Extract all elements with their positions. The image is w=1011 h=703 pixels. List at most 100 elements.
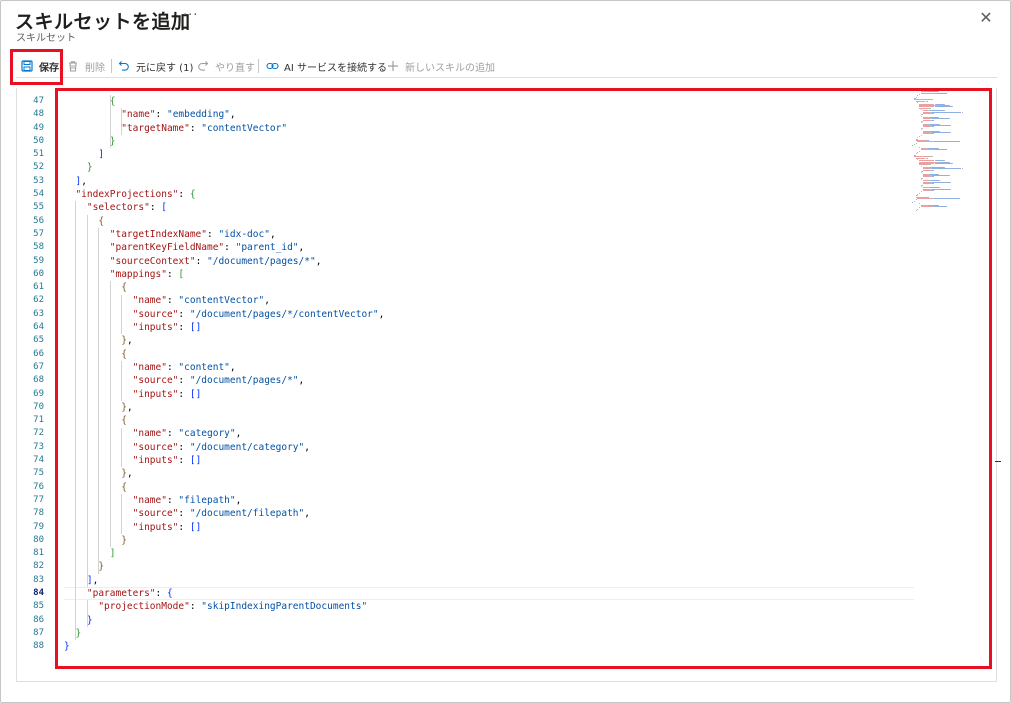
line-number: 51: [33, 149, 44, 160]
code-line: {: [64, 481, 914, 494]
json-punctuation: ,: [126, 468, 133, 480]
minimap-stroke: [922, 114, 923, 116]
delete-button[interactable]: 削除: [66, 54, 105, 78]
redo-button[interactable]: やり直す: [196, 54, 255, 78]
line-number: 57: [33, 228, 44, 239]
code-line: },: [64, 467, 914, 480]
minimap-stroke: [951, 106, 953, 108]
undo-icon: [117, 59, 131, 73]
code-line: "inputs": []: [64, 321, 914, 334]
minimap-stroke: [931, 181, 950, 183]
line-number: 63: [33, 308, 44, 319]
minimap-stroke: [961, 168, 963, 170]
minimap-stroke: [915, 210, 917, 212]
minimap-stroke: [930, 164, 931, 166]
json-punctuation: {: [121, 415, 127, 427]
undo-label: 元に戻す (1): [136, 62, 194, 74]
json-key: "parentKeyFieldName": [109, 242, 225, 254]
minimap-stroke: [915, 199, 917, 201]
json-punctuation: :: [178, 508, 190, 520]
minimap-stroke: [931, 131, 950, 133]
line-number: 47: [33, 96, 44, 106]
json-punctuation: ,: [235, 428, 242, 440]
line-number: 86: [33, 614, 44, 625]
connect-ai-service-label: AI サービスを接続する: [284, 62, 387, 74]
code-line: "targetIndexName": "idx-doc",: [64, 228, 914, 241]
json-string: "/document/pages/*/contentVector": [189, 308, 379, 320]
line-number: 58: [33, 242, 44, 253]
trash-icon: [66, 59, 80, 73]
connect-ai-service-button[interactable]: AI サービスを接続する: [265, 54, 387, 78]
minimap-stroke: [917, 208, 919, 210]
json-string: "category": [178, 428, 236, 440]
json-punctuation: :: [155, 109, 167, 121]
minimap-stroke: [949, 188, 951, 190]
line-number: 85: [33, 601, 44, 612]
json-code-editor[interactable]: 47 48 49 50 51 52 53 54 55 56 57 58 59 60 61 62 63 64 65 66…: [16, 88, 997, 682]
minimap-stroke: [917, 141, 932, 143]
json-punctuation: :: [224, 242, 236, 254]
json-punctuation: :: [189, 122, 202, 134]
line-number: 82: [33, 561, 44, 572]
json-key: "indexProjections": [75, 189, 179, 201]
json-key: "inputs": [132, 521, 179, 533]
json-string: "/document/pages/*": [189, 375, 299, 387]
toolbar-divider: [111, 59, 112, 73]
line-number: 78: [33, 508, 44, 519]
close-button[interactable]: ✕: [977, 9, 995, 27]
minimap-stroke: [931, 175, 949, 177]
json-key: "targetName": [121, 122, 190, 134]
minimap-stroke: [919, 135, 921, 137]
json-key: "source": [132, 375, 179, 387]
json-key: "source": [132, 508, 179, 520]
code-line: "source": "/document/pages/*",: [64, 374, 914, 387]
json-punctuation: []: [189, 455, 202, 467]
code-line: ],: [64, 175, 914, 188]
minimap-stroke: [931, 168, 962, 170]
delete-label: 削除: [85, 62, 105, 74]
undo-button[interactable]: 元に戻す (1): [117, 54, 193, 78]
line-number: 53: [33, 175, 44, 186]
line-number: 72: [33, 428, 44, 439]
code-line: }: [64, 161, 914, 174]
code-area[interactable]: { "name": "embedding", "targetName": "co…: [64, 95, 914, 653]
minimap-stroke: [948, 175, 950, 177]
json-key: "selectors": [86, 202, 150, 214]
code-line: {: [64, 348, 914, 361]
minimap-stroke: [933, 149, 948, 151]
minimap-stroke: [931, 112, 934, 114]
minimap-stroke: [949, 125, 951, 127]
minimap-stroke: [931, 99, 933, 101]
minimap-stroke: [930, 107, 931, 109]
more-options-icon[interactable]: ···: [183, 8, 198, 23]
minimap-stroke: [917, 198, 932, 199]
minimap-stroke: [931, 183, 934, 185]
add-new-skill-button[interactable]: 新しいスキルの追加: [386, 54, 495, 78]
minimap-stroke: [933, 92, 948, 94]
minimap-stroke: [919, 94, 921, 96]
line-number: 55: [33, 202, 44, 213]
minimap-stroke: [931, 118, 949, 120]
code-line: "name": "embedding",: [64, 108, 914, 121]
json-punctuation: ]: [109, 548, 116, 560]
line-number: 65: [33, 335, 44, 346]
minimap-stroke: [921, 191, 922, 193]
code-line: "name": "contentVector",: [64, 294, 914, 307]
indent-guide: [121, 494, 123, 534]
json-punctuation: {: [121, 481, 127, 493]
editor-minimap[interactable]: [912, 90, 974, 220]
line-number: 87: [33, 627, 44, 638]
minimap-stroke: [927, 100, 929, 102]
json-key: "name": [132, 428, 167, 440]
json-punctuation: :: [178, 455, 190, 467]
indent-guide: [121, 427, 123, 468]
json-key: "targetIndexName": [109, 228, 207, 240]
minimap-stroke: [912, 202, 913, 204]
minimap-stroke: [917, 95, 919, 97]
indent-guide: [75, 201, 77, 641]
line-number: 81: [33, 548, 44, 559]
redo-label: やり直す: [215, 62, 255, 74]
json-punctuation: }: [86, 162, 93, 174]
json-key: "parameters": [86, 587, 156, 599]
json-punctuation: ,: [81, 175, 87, 187]
